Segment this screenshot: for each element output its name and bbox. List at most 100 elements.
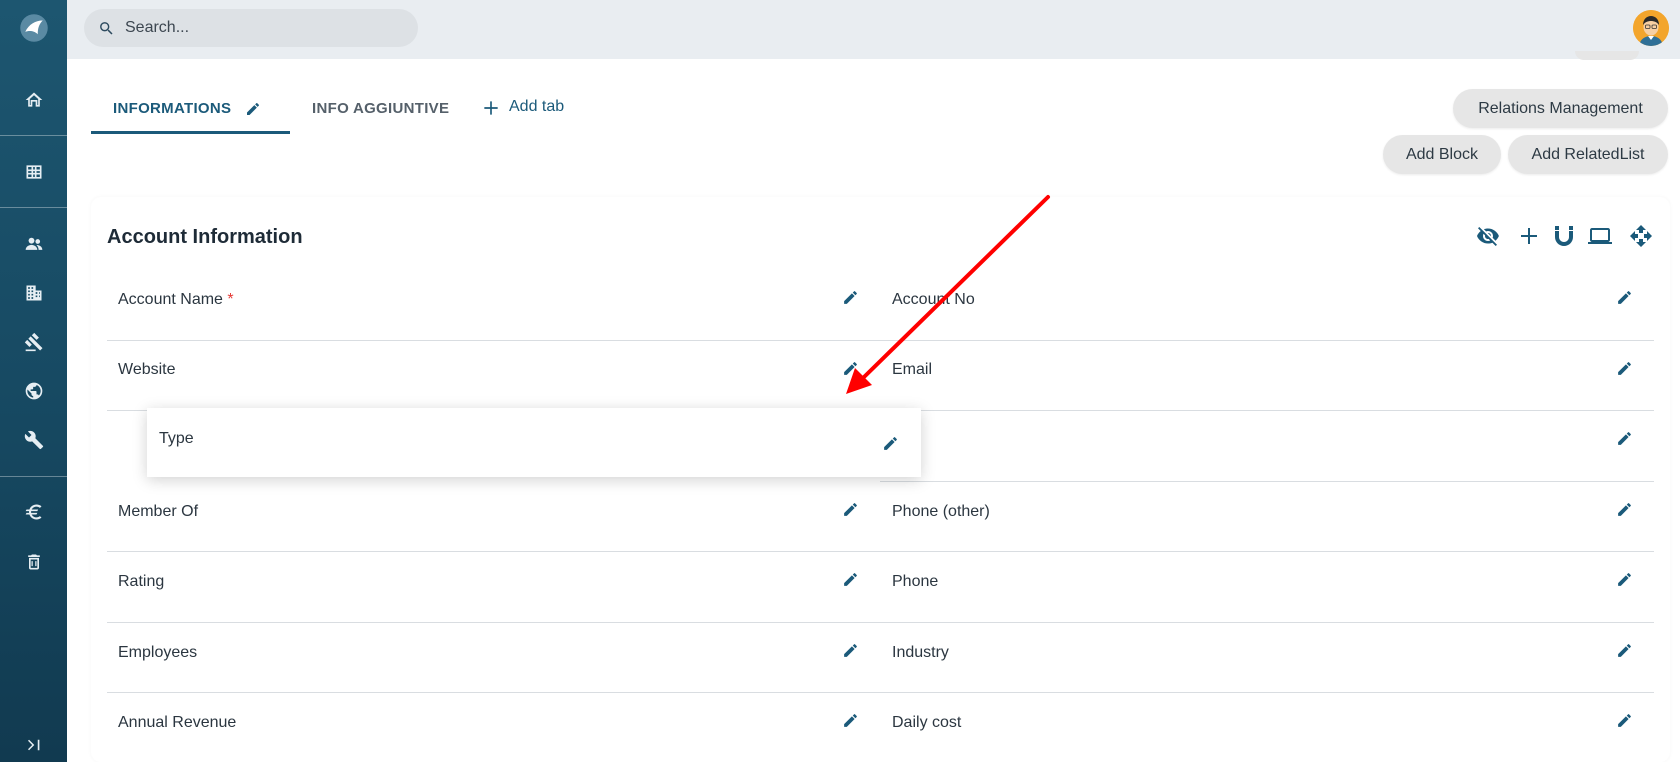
add-field-button[interactable] <box>1515 222 1543 250</box>
pencil-icon <box>1617 290 1631 304</box>
tab-label: INFO AGGIUNTIVE <box>312 100 450 117</box>
field-rating[interactable]: Rating <box>118 573 164 591</box>
pencil-icon <box>883 436 897 450</box>
sidebar-item-trash[interactable] <box>0 542 67 582</box>
edit-field-button[interactable] <box>1614 569 1634 589</box>
block-card <box>91 197 1670 762</box>
field-daily-cost[interactable]: Daily cost <box>892 714 961 732</box>
relations-management-button[interactable]: Relations Management <box>1453 89 1668 128</box>
sidebar-item-legal[interactable] <box>0 322 67 362</box>
plus-icon <box>1521 228 1537 244</box>
edit-field-button[interactable] <box>1614 428 1634 448</box>
sidebar-item-grid[interactable] <box>0 152 67 192</box>
sidebar-item-web[interactable] <box>0 371 67 411</box>
required-marker: * <box>227 291 234 308</box>
search-box[interactable] <box>84 9 418 47</box>
row-divider <box>880 481 1654 482</box>
field-phone-other[interactable]: Phone (other) <box>892 503 990 521</box>
field-account-name[interactable]: Account Name * <box>118 291 234 309</box>
field-phone[interactable]: Phone <box>892 573 938 591</box>
sidebar-item-companies[interactable] <box>0 273 67 313</box>
block-title: Account Information <box>107 226 303 248</box>
tab-label: INFORMATIONS <box>113 100 232 117</box>
edit-tab-icon[interactable] <box>245 101 261 117</box>
edit-field-button[interactable] <box>840 569 860 589</box>
sidebar <box>0 0 67 762</box>
plus-icon <box>484 101 498 115</box>
edit-field-button[interactable] <box>1614 710 1634 730</box>
edit-field-button[interactable] <box>840 358 860 378</box>
edit-field-button[interactable] <box>1614 358 1634 378</box>
tab-informations[interactable]: INFORMATIONS <box>91 94 290 134</box>
edit-field-button[interactable] <box>880 433 900 453</box>
add-tab-button[interactable]: Add tab <box>481 94 564 134</box>
field-member-of[interactable]: Member Of <box>118 503 198 521</box>
hide-block-button[interactable] <box>1474 222 1502 250</box>
pencil-icon <box>1617 572 1631 586</box>
magnet-icon <box>1555 226 1573 246</box>
row-divider <box>107 551 1654 552</box>
pencil-icon <box>1617 431 1631 445</box>
pencil-icon <box>843 572 857 586</box>
pencil-icon <box>843 290 857 304</box>
logo-icon <box>19 14 48 42</box>
overflow-button-edge[interactable] <box>1575 51 1639 60</box>
edit-field-button[interactable] <box>840 287 860 307</box>
field-email[interactable]: Email <box>892 361 932 379</box>
tab-info-aggiuntive[interactable]: INFO AGGIUNTIVE <box>312 94 449 134</box>
pencil-icon <box>843 643 857 657</box>
move-block-button[interactable] <box>1627 222 1655 250</box>
user-avatar-icon <box>1633 10 1669 46</box>
display-button[interactable] <box>1586 222 1614 250</box>
move-icon <box>1630 225 1652 247</box>
field-employees[interactable]: Employees <box>118 644 197 662</box>
sidebar-item-tools[interactable] <box>0 420 67 460</box>
grid-icon <box>26 165 41 179</box>
pencil-icon <box>1617 643 1631 657</box>
expand-icon <box>27 739 39 751</box>
sidebar-item-home[interactable] <box>0 80 67 120</box>
field-label: Account Name <box>118 291 223 308</box>
add-related-list-button[interactable]: Add RelatedList <box>1508 135 1668 174</box>
wrench-icon <box>24 430 43 450</box>
search-icon <box>100 21 113 35</box>
pencil-icon <box>1617 502 1631 516</box>
dragging-field-type[interactable]: Type <box>147 408 921 477</box>
top-bar <box>67 0 1680 59</box>
edit-field-button[interactable] <box>1614 499 1634 519</box>
add-block-button[interactable]: Add Block <box>1383 135 1501 174</box>
field-account-no[interactable]: Account No <box>892 291 975 309</box>
row-divider <box>107 340 1654 341</box>
eye-off-icon <box>1477 227 1499 246</box>
field-website[interactable]: Website <box>118 361 176 379</box>
edit-field-button[interactable] <box>1614 287 1634 307</box>
app-logo[interactable] <box>0 8 67 48</box>
trash-icon <box>27 554 40 570</box>
edit-field-button[interactable] <box>840 710 860 730</box>
pencil-icon <box>1617 713 1631 727</box>
add-tab-label: Add tab <box>509 98 565 115</box>
search-input[interactable] <box>125 19 405 37</box>
edit-field-button[interactable] <box>840 499 860 519</box>
field-industry[interactable]: Industry <box>892 644 949 662</box>
home-icon <box>25 92 42 107</box>
edit-field-button[interactable] <box>1614 640 1634 660</box>
row-divider <box>107 622 1654 623</box>
laptop-icon <box>1588 228 1612 244</box>
pencil-icon <box>1617 361 1631 375</box>
pencil-icon <box>843 713 857 727</box>
gavel-icon <box>24 332 42 352</box>
sidebar-item-finance[interactable] <box>0 492 67 532</box>
sidebar-expand[interactable] <box>0 730 67 760</box>
magnet-button[interactable] <box>1550 222 1578 250</box>
field-annual-revenue[interactable]: Annual Revenue <box>118 714 236 732</box>
sidebar-item-contacts[interactable] <box>0 224 67 264</box>
pencil-icon <box>843 502 857 516</box>
edit-field-button[interactable] <box>840 640 860 660</box>
avatar[interactable] <box>1633 10 1669 46</box>
building-icon <box>26 285 41 301</box>
pencil-icon <box>843 361 857 375</box>
contacts-icon <box>25 237 42 250</box>
row-divider <box>107 692 1654 693</box>
globe-icon <box>25 382 42 400</box>
